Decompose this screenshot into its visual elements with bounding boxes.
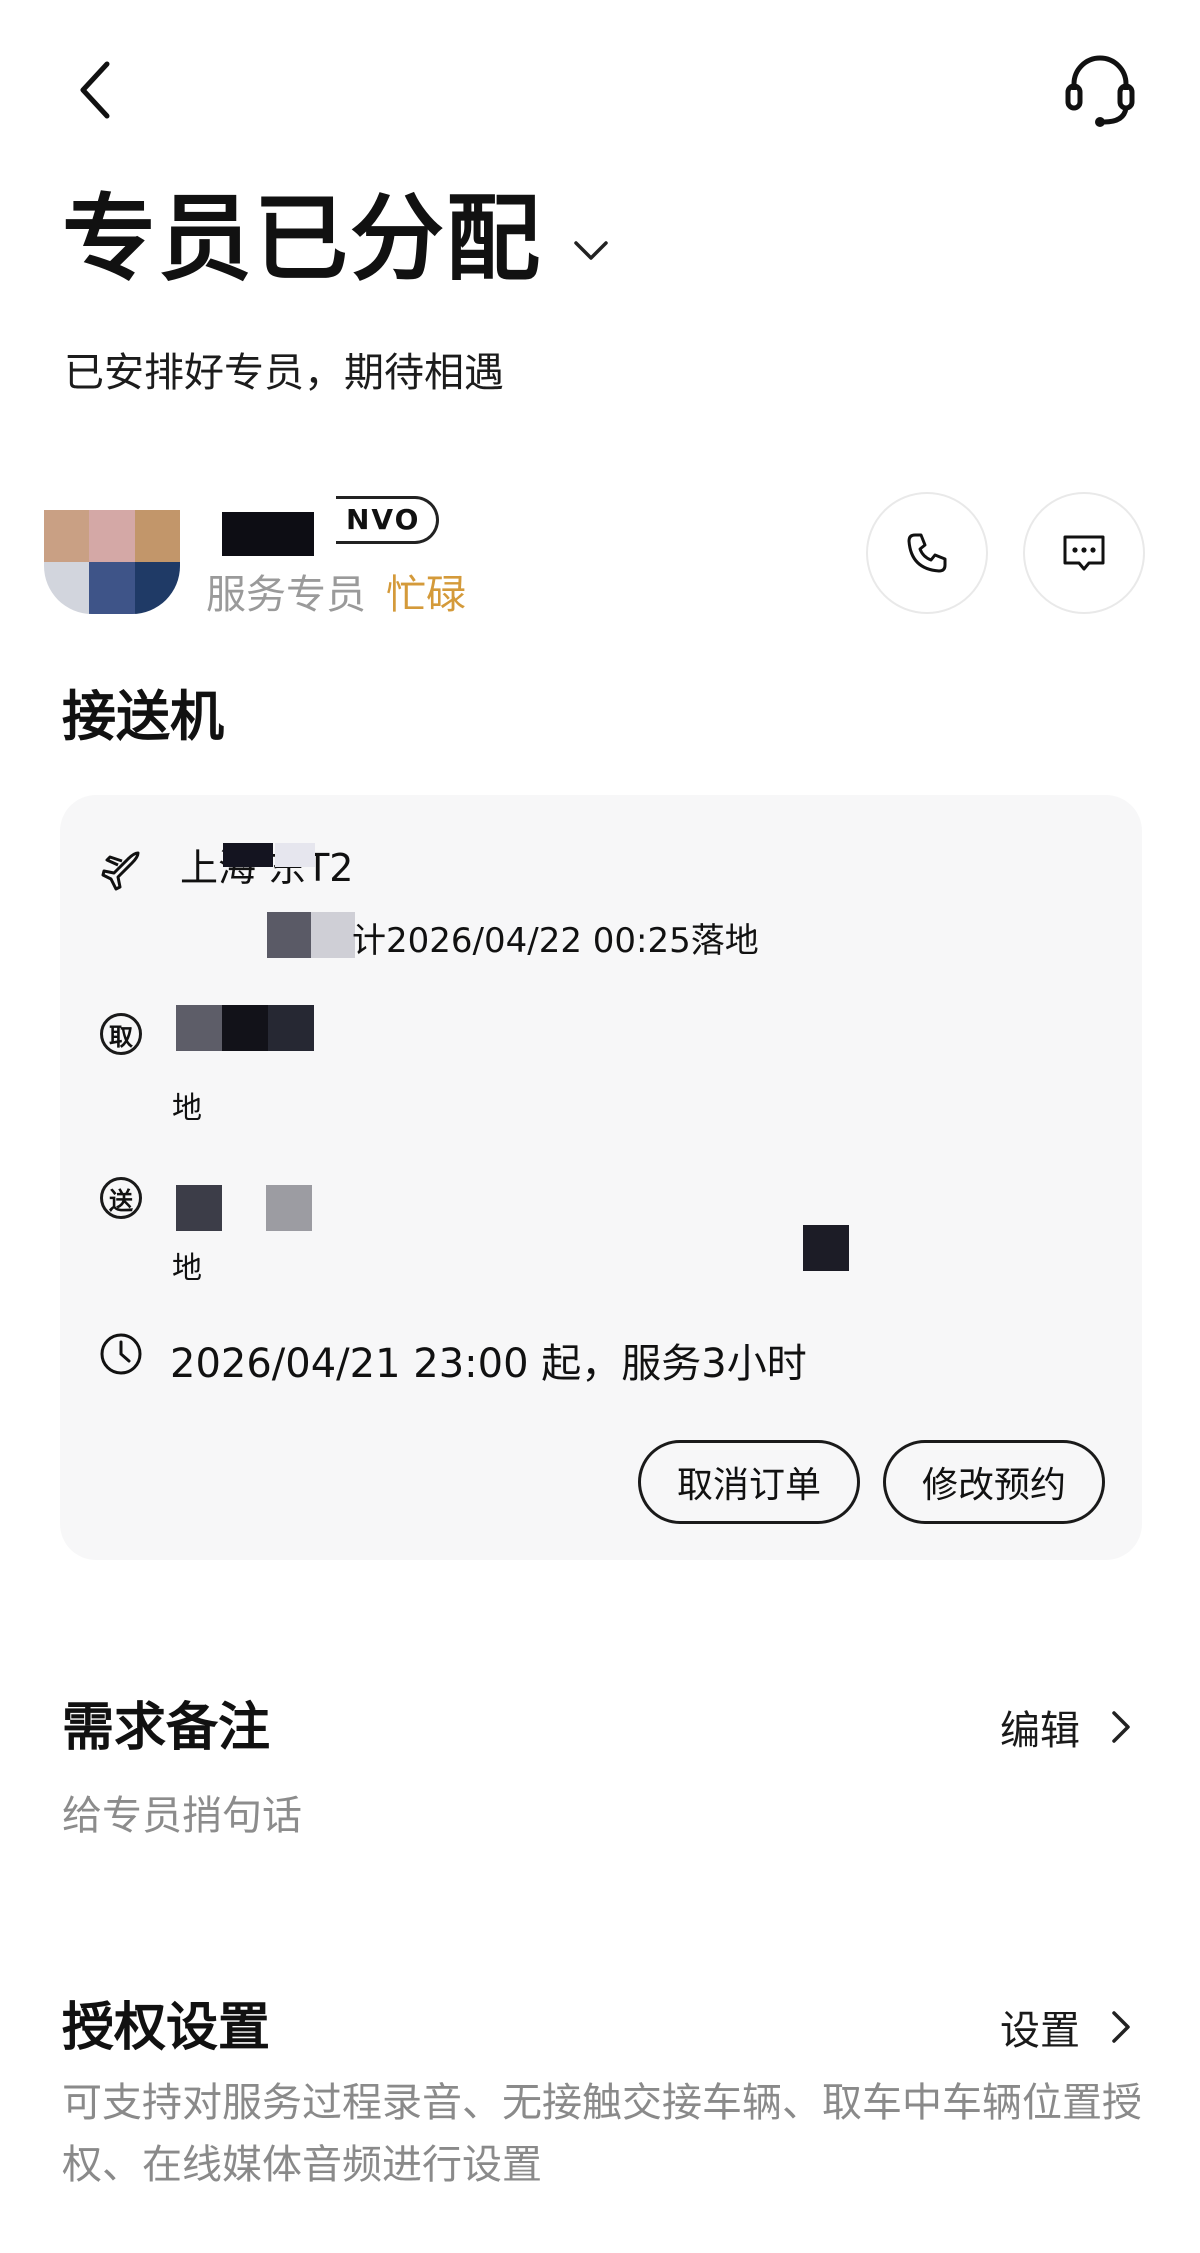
order-status-header[interactable]: 专员已分配 [62,180,608,300]
redaction-mask [275,843,315,867]
authorization-settings-label: 设置 [1000,2008,1080,2054]
staff-badge: NVO [336,496,440,544]
redaction-mask [311,912,355,958]
chevron-right-icon [1112,2011,1130,2043]
airplane-icon [94,843,148,897]
flight-landing-time: 计2026/04/22 00:25落地 [352,921,759,961]
cancel-order-button[interactable]: 取消订单 [638,1440,860,1524]
order-status-subtitle: 已安排好专员，期待相遇 [64,350,504,396]
remarks-input[interactable]: 给专员捎句话 [62,1785,302,1847]
customer-service-button[interactable] [1050,45,1150,135]
order-status-title: 专员已分配 [62,185,543,294]
redaction-mask [268,1005,314,1051]
dropoff-icon: 送 [94,1171,148,1225]
redaction-mask [267,912,311,958]
redaction-mask [176,1185,222,1231]
back-button[interactable] [60,50,130,130]
headset-icon [1065,55,1135,127]
service-type-title: 接送机 [62,685,224,748]
chevron-left-icon [80,61,110,119]
redaction-mask [222,1005,268,1051]
edit-remarks-button[interactable]: 编辑 [1000,1698,1136,1756]
remarks-title: 需求备注 [62,1698,271,1758]
call-staff-button[interactable] [866,492,988,614]
redaction-mask [223,843,273,867]
phone-icon [907,533,947,573]
pickup-icon: 取 [94,1007,148,1061]
clock-icon [94,1327,148,1381]
staff-status: 忙碌 [386,572,466,618]
authorization-settings-button[interactable]: 设置 [1000,1998,1136,2056]
authorization-description: 可支持对服务过程录音、无接触交接车辆、取车中车辆位置授权、在线媒体音频进行设置 [62,2080,1142,2188]
chevron-right-icon [1112,1711,1130,1743]
redaction-mask [266,1185,312,1231]
redaction-mask [176,1005,222,1051]
authorization-title: 授权设置 [62,1998,271,2058]
edit-remarks-label: 编辑 [1000,1708,1080,1754]
message-staff-button[interactable] [1023,492,1145,614]
redaction-mask [803,1225,849,1271]
order-detail-card: 上海 东T2 计2026/04/22 00:25落地 取 地 送 地 2026/… [60,795,1142,1560]
chevron-down-icon [574,241,608,260]
staff-avatar[interactable] [44,510,180,614]
modify-booking-button[interactable]: 修改预约 [883,1440,1105,1524]
chat-icon [1063,535,1105,571]
pickup-address: 地 [172,1091,202,1126]
service-time: 2026/04/21 23:00 起，服务3小时 [170,1341,807,1387]
staff-name-redacted [222,512,314,556]
staff-role: 服务专员 [206,572,366,618]
dropoff-address: 地 [172,1251,202,1286]
